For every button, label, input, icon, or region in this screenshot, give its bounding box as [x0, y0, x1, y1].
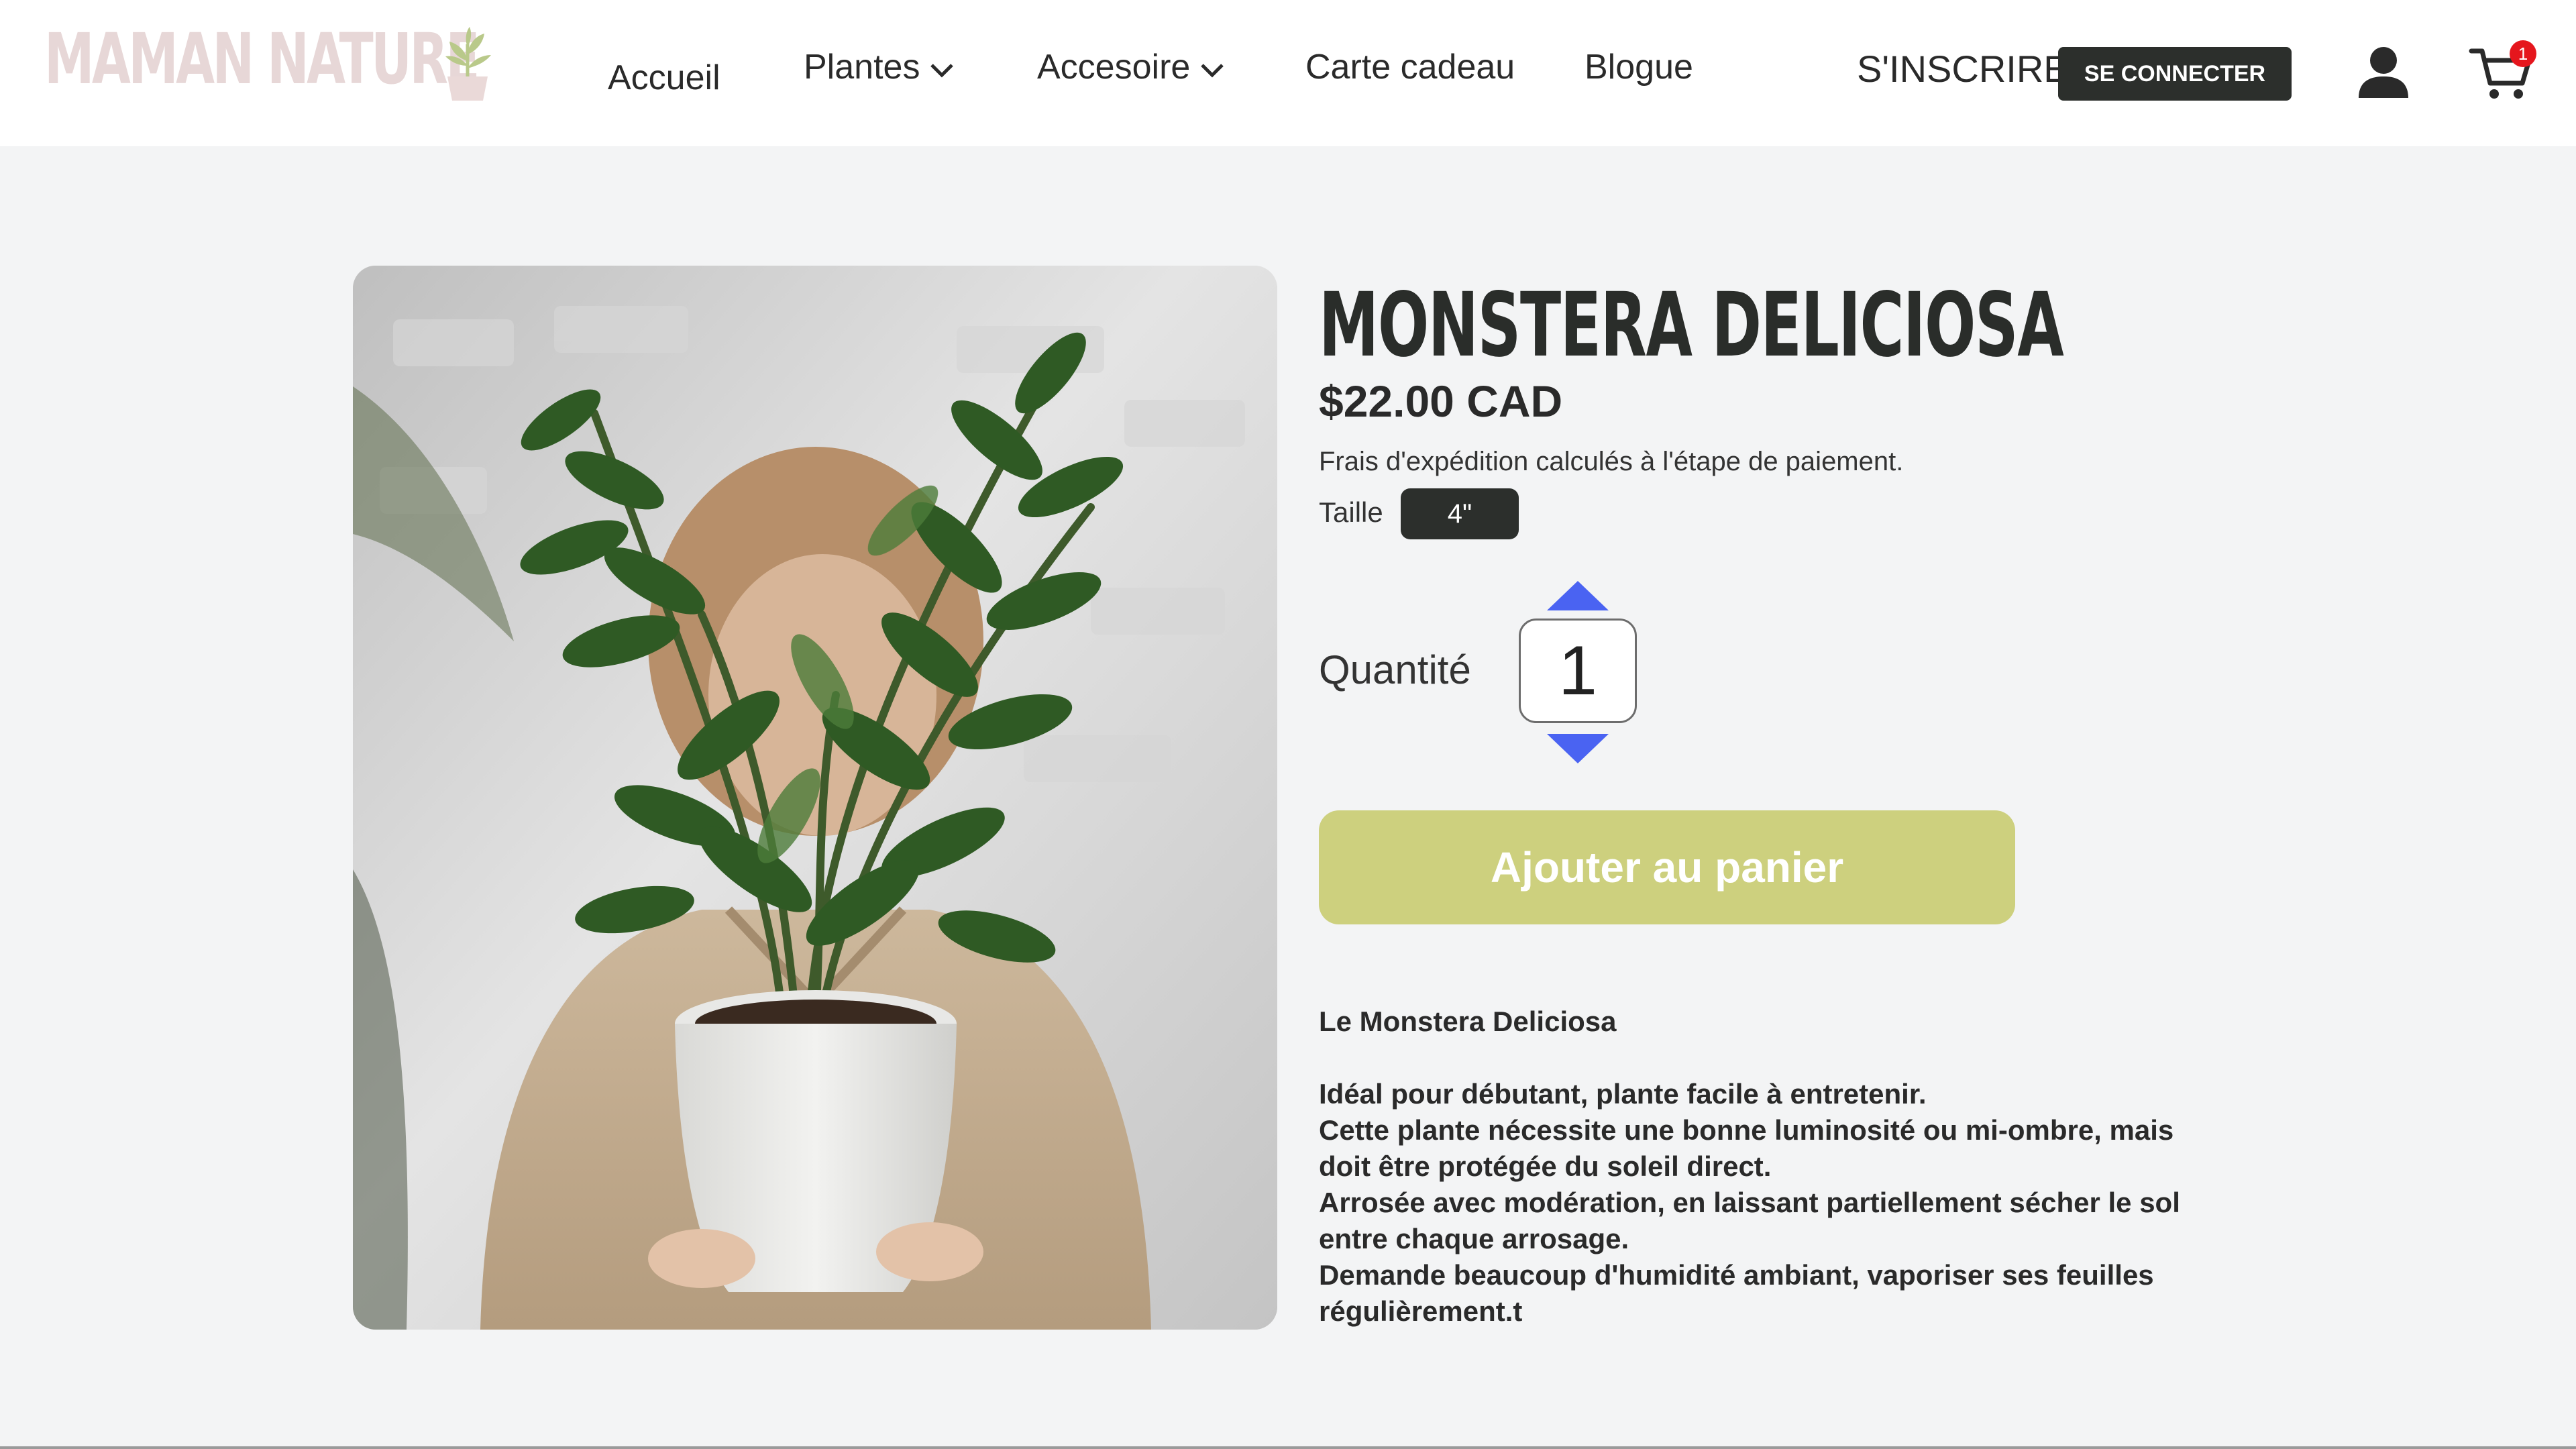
size-label: Taille [1319, 496, 1383, 528]
description-line: Idéal pour débutant, plante facile à ent… [1319, 1078, 1927, 1110]
size-option-button[interactable]: 4" [1401, 488, 1519, 539]
chevron-down-icon [1201, 64, 1224, 78]
nav-item-carte-cadeau[interactable]: Carte cadeau [1305, 47, 1515, 87]
nav-item-accueil[interactable]: Accueil [608, 58, 720, 98]
triangle-down-icon[interactable] [1546, 733, 1610, 765]
add-to-cart-button[interactable]: Ajouter au panier [1319, 810, 2015, 924]
footer-divider [0, 1446, 2576, 1449]
product-description: Le Monstera Deliciosa Idéal pour débutan… [1319, 1004, 2218, 1330]
brand-name: MAMAN NATURE [44, 18, 480, 100]
chevron-down-icon [930, 64, 954, 78]
nav-item-label: Plantes [804, 48, 920, 87]
cart-count-badge: 1 [2510, 40, 2536, 67]
triangle-up-icon[interactable] [1546, 580, 1610, 612]
nav-item-label: Blogue [1585, 48, 1693, 87]
nav-item-accesoire[interactable]: Accesoire [1037, 47, 1225, 87]
quantity-stepper[interactable]: 1 [1519, 619, 1637, 723]
login-button[interactable]: SE CONNECTER [2058, 47, 2292, 101]
nav-item-blogue[interactable]: Blogue [1585, 47, 1693, 87]
quantity-label: Quantité [1319, 647, 1471, 692]
nav-item-label: Accueil [608, 58, 720, 97]
description-heading: Le Monstera Deliciosa [1319, 1006, 1617, 1037]
description-line: Cette plante nécessite une bonne luminos… [1319, 1114, 2174, 1182]
signup-link[interactable]: S'INSCRIRE [1857, 47, 2069, 91]
product-photo [353, 266, 1277, 1330]
user-icon[interactable] [2355, 44, 2412, 99]
description-line: Demande beaucoup d'humidité ambiant, vap… [1319, 1259, 2154, 1327]
product-price: $22.00 CAD [1319, 376, 1563, 426]
nav-item-label: Carte cadeau [1305, 48, 1515, 87]
brand-logo[interactable]: MAMAN NATURE [44, 18, 628, 101]
product-title: MONSTERA DELICIOSA [1319, 274, 2064, 377]
nav-item-plantes[interactable]: Plantes [804, 47, 955, 87]
nav-item-label: Accesoire [1037, 48, 1191, 87]
shipping-note: Frais d'expédition calculés à l'étape de… [1319, 447, 1904, 476]
potted-plant-icon [445, 27, 491, 101]
product-photo-illustration [353, 266, 1277, 1330]
description-line: Arrosée avec modération, en laissant par… [1319, 1187, 2180, 1254]
site-header: MAMAN NATURE Accueil Plantes Accesoire C… [0, 0, 2576, 146]
